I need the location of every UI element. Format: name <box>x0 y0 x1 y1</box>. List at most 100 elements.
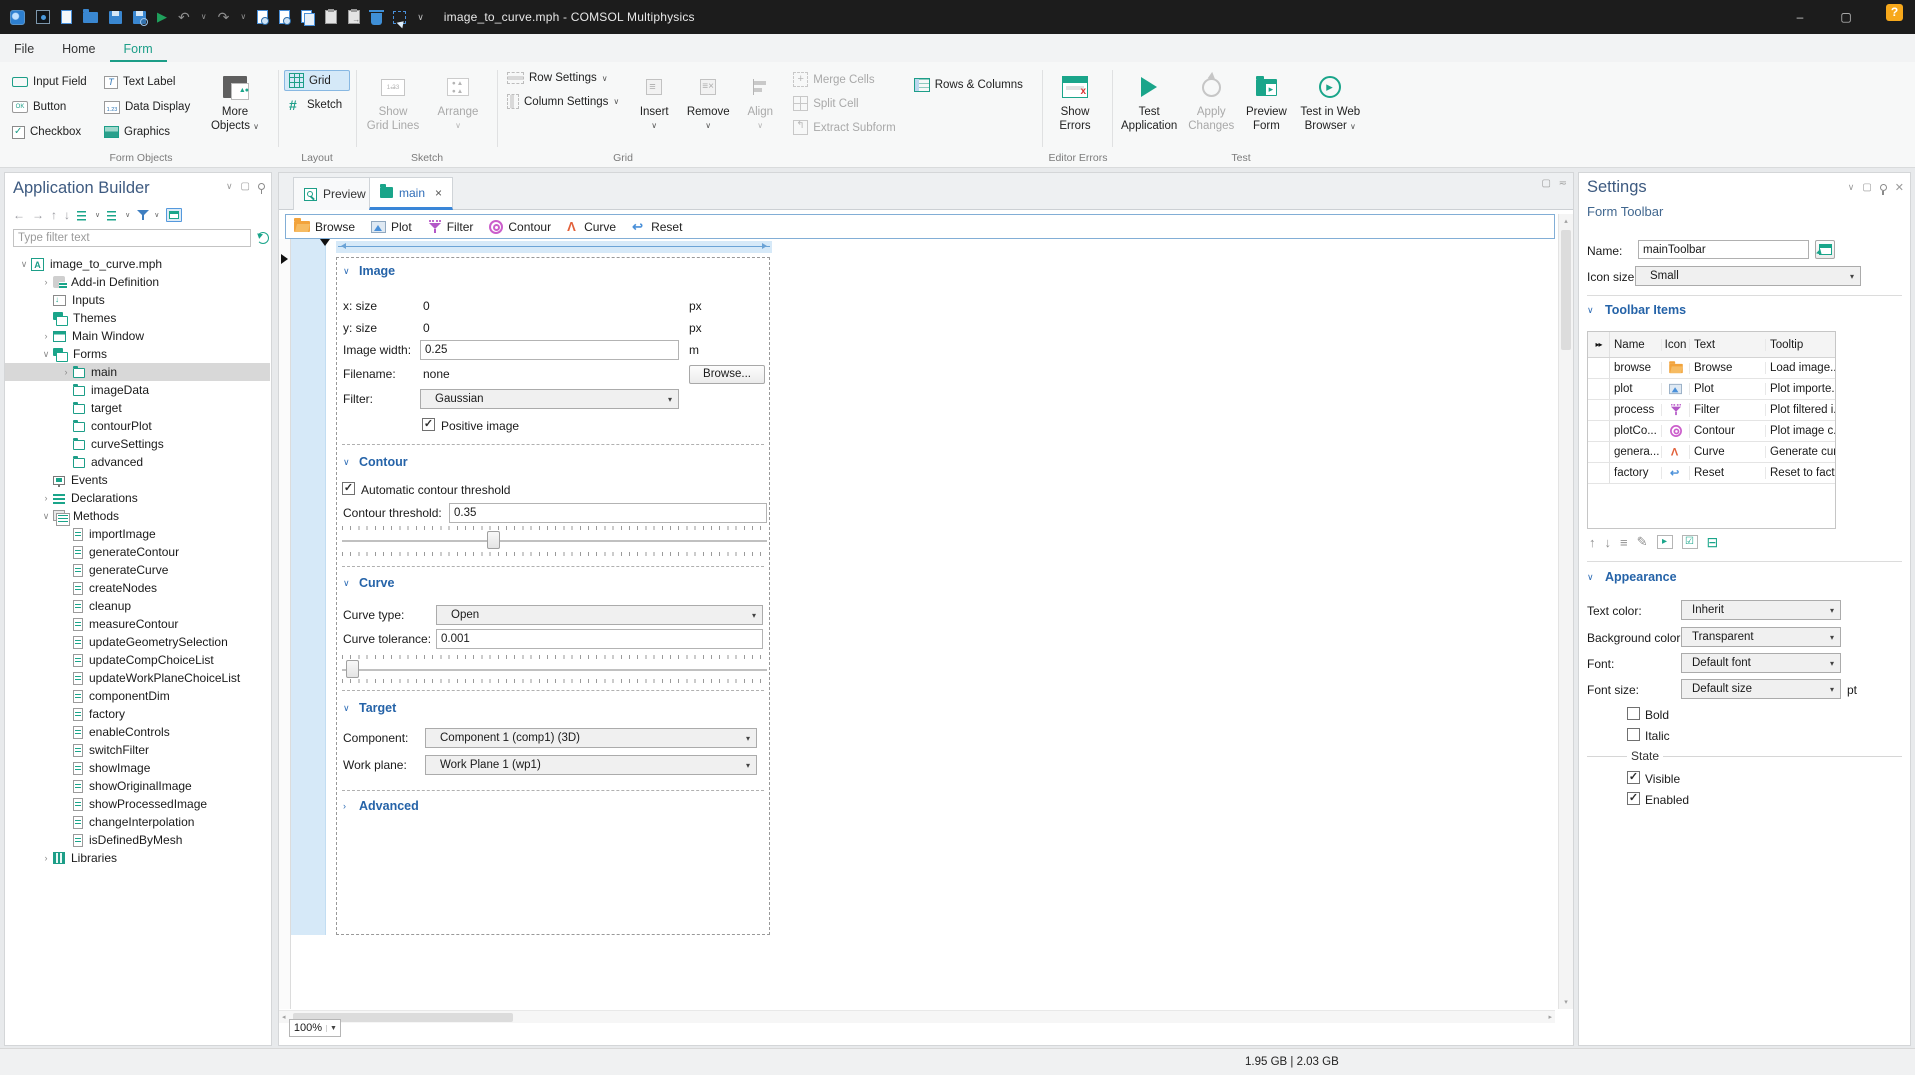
italic-checkbox[interactable] <box>1627 728 1640 741</box>
ribbon-button[interactable]: Graphics <box>100 120 200 144</box>
close-tab-icon[interactable]: × <box>435 186 442 200</box>
vertical-scrollbar[interactable]: ▴ ▾ <box>1558 214 1573 1009</box>
horizontal-scrollbar[interactable]: ◂ ▸ <box>279 1010 1555 1023</box>
zoom-control[interactable]: 100% ▼ <box>289 1019 341 1037</box>
show-errors-button[interactable]: Show Errors <box>1048 70 1102 135</box>
extract-subform-button[interactable]: Extract Subform <box>789 118 899 137</box>
tab-preview[interactable]: Preview <box>293 177 377 210</box>
tree-item[interactable]: › Libraries <box>5 849 270 867</box>
float-panel-icon[interactable]: ▢ <box>1862 182 1871 193</box>
selected-column-band[interactable] <box>291 239 326 935</box>
tree-expander-icon[interactable]: › <box>39 493 53 503</box>
expand-all-icon[interactable]: ≡ <box>77 208 91 222</box>
font-select[interactable]: Default font ▾ <box>1681 653 1841 673</box>
ribbon-tab[interactable]: Form <box>109 37 167 62</box>
help-icon[interactable]: ? <box>1886 4 1903 21</box>
tree-item[interactable]: contourPlot <box>5 417 270 435</box>
tree-item[interactable]: showOriginalImage <box>5 777 270 795</box>
remove-button[interactable]: Remove ∨ <box>685 70 731 135</box>
test-web-browser-button[interactable]: Test in Web Browser ∨ <box>1297 70 1364 136</box>
add-toggle-item-icon[interactable]: ☑ <box>1681 535 1698 549</box>
float-panel-icon[interactable]: ▢ <box>241 181 250 192</box>
back-icon[interactable]: ← <box>13 208 25 222</box>
row-marker-icon[interactable] <box>281 254 288 264</box>
ribbon-tab[interactable]: File <box>0 37 48 62</box>
clear-list-icon[interactable]: ≡ <box>1620 535 1628 550</box>
ribbon-button[interactable]: Input Field <box>8 70 96 94</box>
application-window-icon[interactable] <box>36 10 50 24</box>
ribbon-tab[interactable]: Home <box>48 37 109 62</box>
icon-size-select[interactable]: Small ▾ <box>1635 266 1861 286</box>
form-toolbar-button[interactable]: Browse <box>294 218 355 234</box>
chevron-down-icon[interactable]: ∨ <box>343 703 353 714</box>
merge-cells-button[interactable]: Merge Cells <box>789 70 899 89</box>
tree-item[interactable]: target <box>5 399 270 417</box>
filter-icon[interactable] <box>137 209 150 222</box>
tree-item[interactable]: changeInterpolation <box>5 813 270 831</box>
table-empty-area[interactable] <box>1588 484 1835 528</box>
tree-item[interactable]: updateCompChoiceList <box>5 651 270 669</box>
section-curve[interactable]: ∨ Curve <box>343 576 394 590</box>
tree-item[interactable]: Themes <box>5 309 270 327</box>
undo-icon[interactable]: ↶ <box>178 10 190 24</box>
move-down-icon[interactable]: ↓ <box>64 208 70 222</box>
open-file-icon[interactable] <box>83 8 98 23</box>
tree-item[interactable]: generateContour <box>5 543 270 561</box>
show-grid-lines-button[interactable]: Show Grid Lines <box>362 70 424 135</box>
section-image[interactable]: ∨ Image <box>343 264 395 278</box>
tree-item[interactable]: › main <box>5 363 270 381</box>
more-objects-button[interactable]: More Objects ∨ <box>206 70 264 144</box>
browse-button[interactable]: Browse... <box>689 364 765 384</box>
rows-columns-button[interactable]: Rows & Columns <box>910 76 1027 94</box>
tree-item[interactable]: showProcessedImage <box>5 795 270 813</box>
tree-item[interactable]: isDefinedByMesh <box>5 831 270 849</box>
tree-item[interactable]: showImage <box>5 759 270 777</box>
tree-expander-icon[interactable]: › <box>39 853 53 863</box>
grid-mode-button[interactable]: Grid <box>284 70 350 91</box>
chevron-down-icon[interactable]: ∨ <box>1848 182 1855 193</box>
tree-item[interactable]: importImage <box>5 525 270 543</box>
insert-button[interactable]: Insert ∨ <box>633 70 675 135</box>
tree-item[interactable]: imageData <box>5 381 270 399</box>
tree-expander-icon[interactable]: › <box>59 367 73 377</box>
tree-expander-icon[interactable]: › <box>39 331 53 341</box>
tree-item[interactable]: advanced <box>5 453 270 471</box>
contour-threshold-input[interactable] <box>449 503 767 523</box>
tree-item[interactable]: updateGeometrySelection <box>5 633 270 651</box>
form-toolbar-button[interactable]: Curve <box>567 219 616 234</box>
tree-item[interactable]: createNodes <box>5 579 270 597</box>
tree-item[interactable]: ∨ image_to_curve.mph <box>5 255 270 273</box>
form-selection-outline[interactable]: ∨ Image x: size 0 px y: size 0 px Image … <box>336 257 770 935</box>
tree-item[interactable]: › Main Window <box>5 327 270 345</box>
delete-icon[interactable] <box>369 9 385 25</box>
tree-item[interactable]: componentDim <box>5 687 270 705</box>
toolbar-item-row[interactable]: plot Plot Plot importe... <box>1588 379 1835 400</box>
chevron-down-icon[interactable]: ∨ <box>125 211 130 219</box>
test-application-button[interactable]: Test Application <box>1118 70 1180 136</box>
section-appearance[interactable]: ∨ Appearance <box>1587 570 1677 584</box>
component-select[interactable]: Component 1 (comp1) (3D) ▾ <box>425 728 757 748</box>
curve-tolerance-input[interactable] <box>436 629 763 649</box>
work-plane-select[interactable]: Work Plane 1 (wp1) ▾ <box>425 755 757 775</box>
contour-threshold-slider[interactable] <box>342 540 767 542</box>
minimize-button[interactable]: – <box>1777 0 1823 34</box>
column-width-indicator[interactable] <box>336 241 772 253</box>
edit-item-icon[interactable]: ✎ <box>1637 534 1648 550</box>
slider-handle[interactable] <box>487 531 500 549</box>
pin-icon[interactable] <box>258 183 265 194</box>
refresh-icon[interactable] <box>257 232 269 244</box>
form-toolbar-button[interactable]: Filter <box>427 219 473 234</box>
chevron-down-icon[interactable]: ∨ <box>343 266 353 277</box>
collapse-all-icon[interactable]: ≡ <box>107 208 122 222</box>
add-separator-icon[interactable]: ⊟ <box>1707 534 1719 551</box>
split-cell-button[interactable]: Split Cell <box>789 94 899 113</box>
background-color-select[interactable]: Transparent ▾ <box>1681 627 1841 647</box>
document-search-icon[interactable] <box>279 10 292 25</box>
tree-item[interactable]: switchFilter <box>5 741 270 759</box>
expand-columns-icon[interactable]: ▸▸ <box>1588 332 1610 357</box>
go-to-source-button[interactable] <box>1815 240 1835 259</box>
tree-item[interactable]: › Declarations <box>5 489 270 507</box>
tree-item[interactable]: factory <box>5 705 270 723</box>
ribbon-button[interactable]: Text Label <box>100 70 200 94</box>
font-size-select[interactable]: Default size ▾ <box>1681 679 1841 699</box>
